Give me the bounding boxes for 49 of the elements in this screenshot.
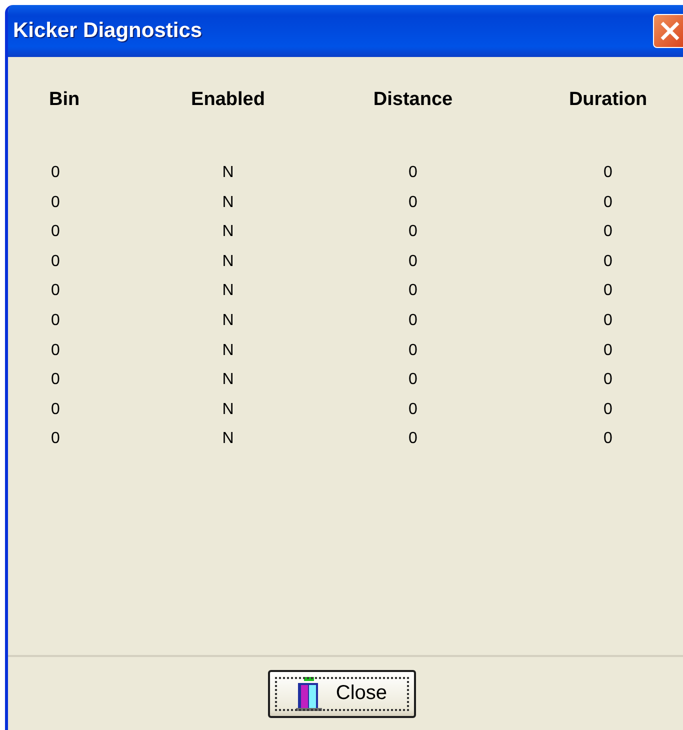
close-icon: [659, 20, 681, 42]
table-cell-text: 0: [50, 342, 60, 361]
table-cell-text: 0: [50, 194, 60, 213]
close-button[interactable]: Close: [268, 670, 416, 718]
table-cell-text: 0: [604, 282, 612, 302]
table-cell-text: 0: [50, 400, 60, 420]
table-cell-text: 0: [50, 430, 60, 450]
table-cell-text: 0: [50, 223, 60, 242]
close-button[interactable]: [653, 14, 683, 48]
table-cell-text: N: [222, 430, 234, 450]
table-cell-text: 0: [604, 312, 612, 331]
table-cell-text: N: [222, 342, 234, 361]
table-cell-text: N: [222, 252, 234, 272]
table-cell-text: 0: [604, 342, 612, 361]
table-cell-text: 0: [604, 164, 612, 183]
table-cell-text: N: [222, 194, 234, 213]
table-cell-text: 0: [50, 252, 60, 272]
table-cell-text: 0: [604, 400, 612, 420]
table-cell-text: 0: [604, 194, 612, 213]
table-cell-text: 0: [604, 223, 612, 242]
column-header: Bin: [48, 89, 80, 112]
table-cell-text: 0: [408, 371, 418, 390]
table-cell-text: N: [222, 282, 234, 302]
window-title: Kicker Diagnostics: [13, 19, 202, 43]
table-cell-text: 0: [408, 194, 418, 213]
table-cell-text: 0: [408, 430, 418, 450]
table-cell-text: N: [222, 223, 234, 242]
column-header: Enabled: [191, 89, 265, 112]
table-cell-text: N: [222, 400, 234, 420]
table-cell-text: 0: [408, 400, 418, 420]
door-icon: [296, 676, 322, 710]
table-cell-text: 0: [50, 164, 60, 183]
column-header: Duration: [568, 89, 648, 112]
table-cell-text: 0: [408, 312, 418, 331]
table-cell-text: 0: [408, 223, 418, 242]
table-cell-text: 0: [408, 164, 418, 183]
table-cell-text: 0: [604, 371, 612, 390]
table-cell-text: 0: [50, 312, 60, 331]
table-cell-text: 0: [604, 252, 612, 272]
table-cell-text: N: [222, 371, 234, 390]
table-cell-text: 0: [408, 342, 418, 361]
column-header: Distance: [373, 89, 453, 112]
table-cell-text: N: [222, 312, 234, 331]
table-cell-text: 0: [408, 252, 418, 272]
table-cell-text: 0: [408, 282, 418, 302]
table-cell-text: 0: [50, 282, 60, 302]
table-cell-text: N: [222, 164, 234, 183]
table-cell-text: 0: [604, 430, 612, 450]
table-cell-text: 0: [50, 371, 60, 390]
